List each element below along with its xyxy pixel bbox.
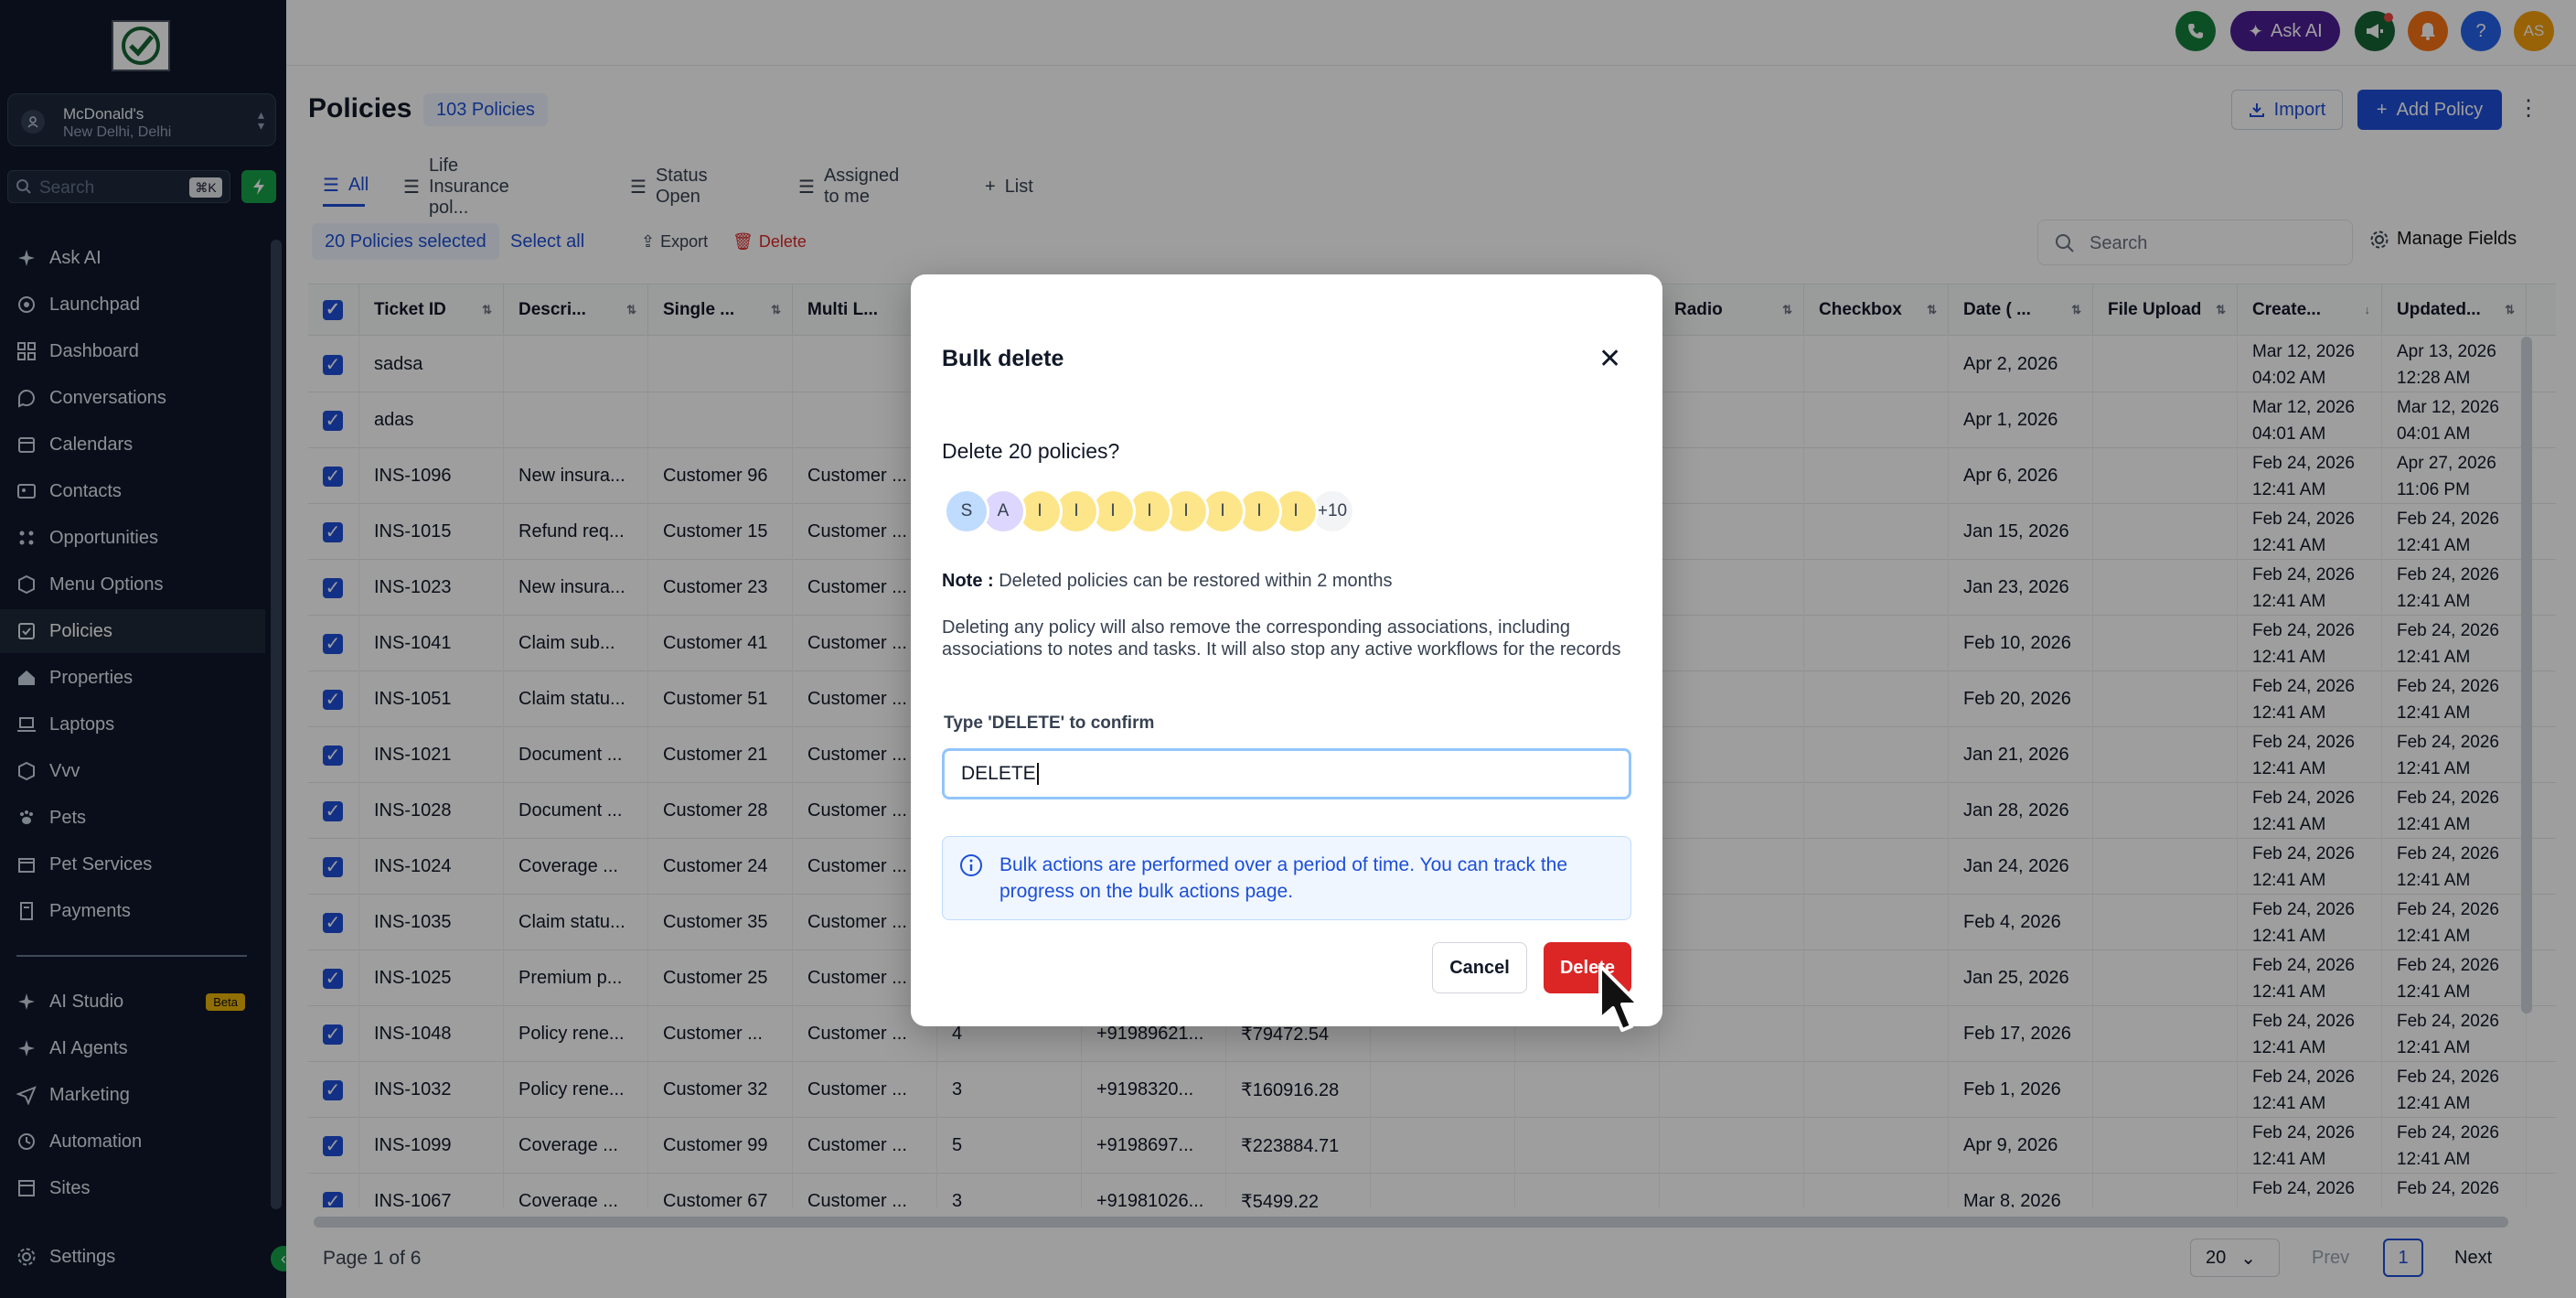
delete-description: Deleting any policy will also remove the…: [942, 617, 1621, 660]
text-caret: [1036, 763, 1039, 786]
note-label: Note :: [942, 571, 994, 591]
info-text: Bulk actions are performed over a period…: [999, 854, 1568, 902]
delete-question: Delete 20 policies?: [942, 439, 1120, 463]
bulk-delete-dialog: Bulk delete ✕ Delete 20 policies? SAIIII…: [911, 274, 1662, 1026]
record-avatar: S: [944, 488, 989, 534]
dialog-title: Bulk delete: [942, 346, 1064, 371]
cancel-button[interactable]: Cancel: [1432, 942, 1527, 993]
note-text: Deleted policies can be restored within …: [999, 571, 1393, 591]
restore-note: Note : Deleted policies can be restored …: [942, 571, 1392, 592]
mouse-cursor-icon: [1598, 964, 1641, 1032]
info-icon: [960, 854, 982, 876]
close-icon[interactable]: ✕: [1598, 346, 1621, 373]
confirm-input-value: DELETE: [961, 763, 1036, 784]
confirm-delete-input[interactable]: DELETE: [942, 748, 1631, 799]
bulk-actions-info: Bulk actions are performed over a period…: [942, 836, 1631, 920]
confirm-label: Type 'DELETE' to confirm: [944, 713, 1155, 733]
